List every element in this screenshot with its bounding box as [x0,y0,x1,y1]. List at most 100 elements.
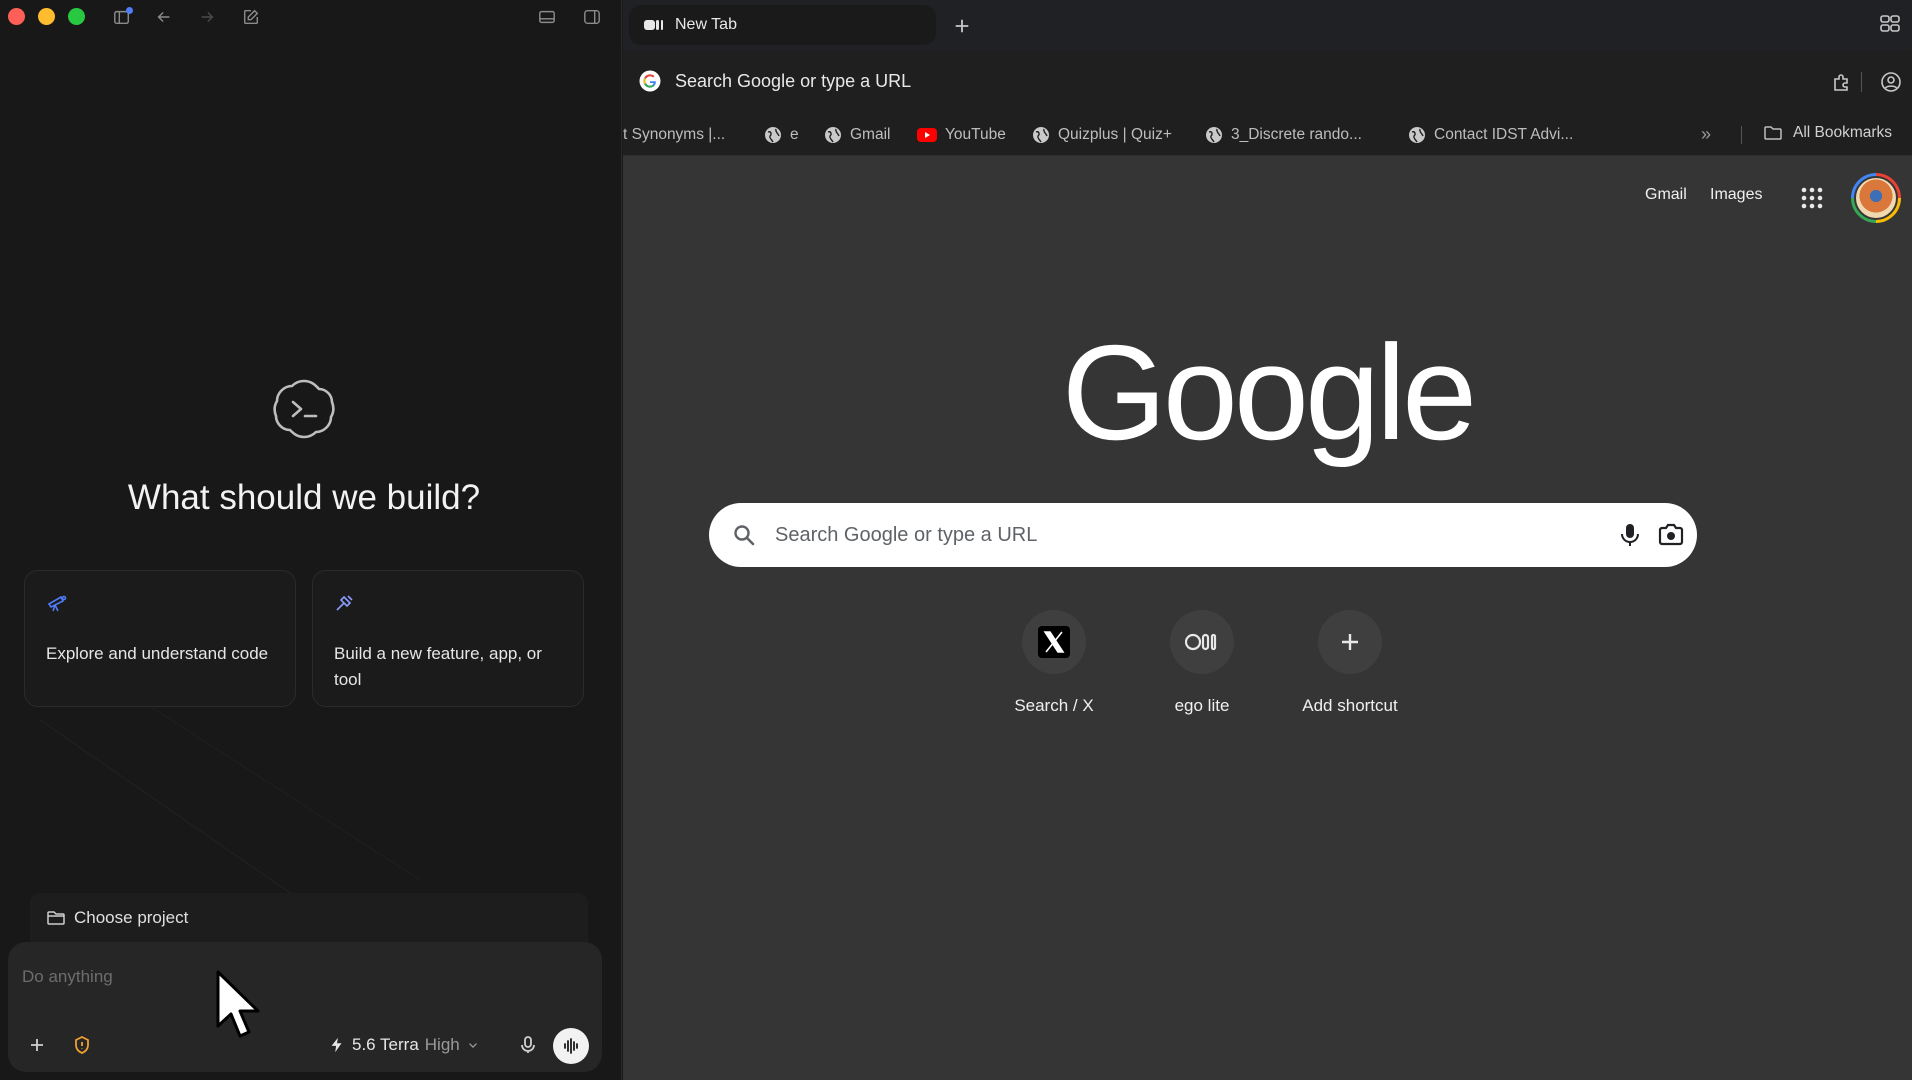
shortcut-tile [1022,610,1086,674]
profile-icon[interactable] [1877,68,1905,96]
microphone-icon [521,1036,535,1053]
back-arrow-icon[interactable] [151,4,177,30]
voice-search-microphone-icon[interactable] [1617,522,1643,548]
search-icon [734,525,755,546]
reasoning-effort: High [424,1035,460,1054]
voice-mode-button[interactable] [553,1028,589,1064]
globe-icon [1033,127,1049,143]
bookmark-label: YouTube [945,126,1006,143]
choose-project-label: Choose project [74,908,189,927]
x-logo-icon [1038,626,1070,658]
shortcut-ego-lite[interactable]: ego lite [1137,610,1267,730]
minimize-window-button[interactable] [38,8,55,25]
bookmark-contact-idst[interactable]: Contact IDST Advi... [1408,124,1573,146]
hero-title: What should we build? [127,478,481,517]
folder-icon [1764,126,1782,140]
shortcut-label: Add shortcut [1302,696,1398,715]
address-bar-input[interactable] [675,70,1809,92]
zoom-window-button[interactable] [68,8,85,25]
plus-icon [31,1039,43,1051]
bookmark-youtube[interactable]: YouTube [917,124,1006,146]
google-apps-grid-icon[interactable] [1800,186,1824,210]
bookmark-gmail[interactable]: Gmail [824,124,890,146]
sidebar-toggle-icon[interactable] [109,4,135,30]
explore-code-card[interactable]: Explore and understand code [24,570,296,707]
permissions-button[interactable] [67,1030,97,1060]
bookmark-quizplus[interactable]: Quizplus | Quiz+ [1032,124,1172,146]
lens-camera-icon[interactable] [1657,522,1685,548]
gmail-link[interactable]: Gmail [1645,186,1687,204]
hammer-icon [334,592,356,614]
telescope-icon [46,592,68,614]
tab-label: New Tab [675,16,737,33]
chevron-down-icon [468,1043,477,1048]
account-avatar[interactable] [1851,173,1901,223]
notification-dot [126,7,133,14]
shortcut-tile [1170,610,1234,674]
browser-window: New Tab Search Google or type a URL t Sy… [623,0,1912,1080]
waveform-icon [564,1038,578,1054]
bookmark-label: Quizplus | Quiz+ [1058,126,1172,143]
toolbar-divider [1861,72,1862,92]
plus-icon [955,19,969,33]
app-logo-icon [273,379,335,439]
side-panel-icon[interactable] [579,4,605,30]
bookmarks-divider [1741,126,1742,144]
card-label: Build a new feature, app, or tool [334,644,542,689]
add-attachment-button[interactable] [22,1030,52,1060]
plus-icon [1342,634,1358,650]
all-bookmarks-label: All Bookmarks [1793,124,1893,141]
avatar-image [1854,176,1898,220]
choose-project-button[interactable]: Choose project [30,893,588,945]
model-name: 5.6 Terra [352,1035,419,1054]
extensions-puzzle-icon[interactable] [1828,68,1856,96]
prompt-composer: 5.6 Terra High [8,942,602,1072]
bookmark-label: Gmail [850,126,891,143]
add-shortcut-button[interactable]: Add shortcut [1285,610,1415,730]
mouse-pointer-icon [216,970,260,1038]
forward-arrow-icon[interactable] [194,4,220,30]
tab-new-tab[interactable]: New Tab [629,5,936,45]
youtube-icon [917,128,937,142]
tab-grid-icon [1880,15,1900,32]
warning-shield-icon [75,1035,89,1054]
speaker-tab-icon [644,20,663,30]
agent-app-panel: What should we build? Explore and unders… [0,0,622,1080]
bookmark-label: e [790,126,799,143]
all-bookmarks-button[interactable]: All Bookmarks [1763,124,1892,142]
close-window-button[interactable] [8,8,25,25]
model-selector[interactable]: 5.6 Terra High [328,1031,480,1059]
new-chat-icon[interactable] [238,4,264,30]
bookmark-discrete-random[interactable]: 3_Discrete rando... [1205,124,1362,146]
bookmarks-bar: t Synonyms |... e Gmail YouTube Quizplus… [623,114,1912,156]
tab-strip: New Tab [623,0,1912,50]
prompt-input[interactable] [22,962,542,992]
bookmark-e[interactable]: e [764,124,799,146]
bookmark-label: 3_Discrete rando... [1231,126,1362,143]
shortcut-label: Search / X [1014,696,1094,715]
bookmark-synonyms[interactable]: t Synonyms |... [623,124,725,146]
shortcut-label: ego lite [1174,696,1230,715]
build-feature-card[interactable]: Build a new feature, app, or tool [312,570,584,707]
globe-icon [765,127,781,143]
images-link[interactable]: Images [1710,186,1762,204]
bookmark-label: Contact IDST Advi... [1434,126,1574,143]
google-g-icon [639,70,661,92]
ego-logo-icon [1185,633,1217,651]
globe-icon [1409,127,1425,143]
new-tab-button[interactable] [948,12,976,40]
google-logo: Google [1061,317,1477,468]
shortcut-tile [1318,610,1382,674]
dictation-button[interactable] [513,1030,543,1060]
terminal-panel-icon[interactable] [534,4,560,30]
bookmarks-overflow-chevron-icon[interactable]: » [1701,124,1711,145]
google-search-input[interactable] [775,519,1555,551]
window-titlebar [0,0,621,34]
bookmark-label: t Synonyms |... [623,126,726,143]
omnibox[interactable] [639,61,1809,101]
folder-icon [46,908,66,928]
google-search-box[interactable] [709,503,1697,567]
lightning-icon [331,1037,342,1053]
tab-search-button[interactable] [1876,10,1904,38]
shortcut-search-x[interactable]: Search / X [989,610,1119,730]
